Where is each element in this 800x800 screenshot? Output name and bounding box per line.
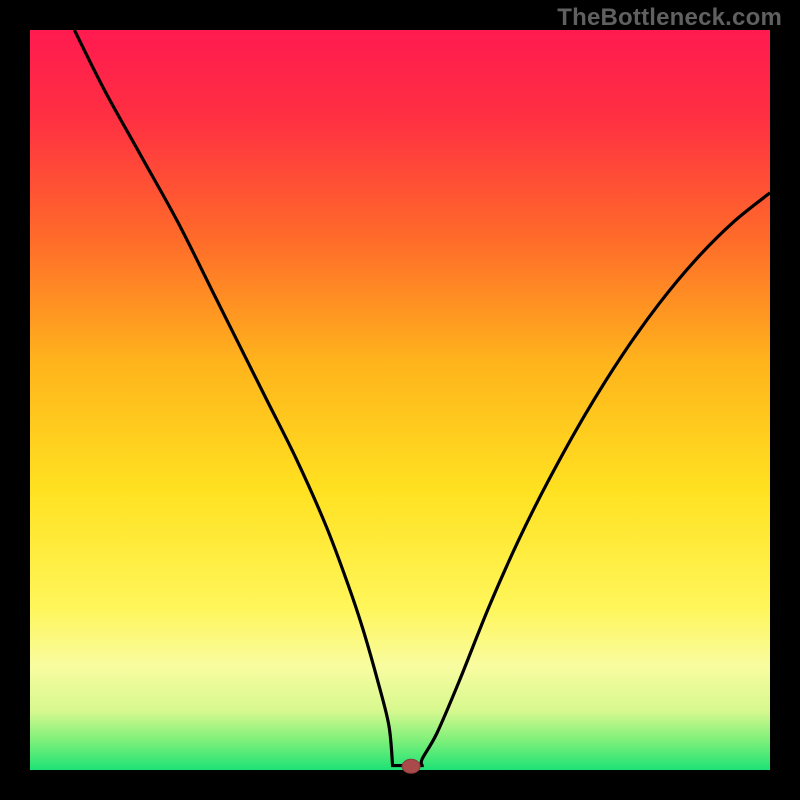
chart-container: { "watermark": "TheBottleneck.com", "col…: [0, 0, 800, 800]
watermark-text: TheBottleneck.com: [557, 4, 782, 32]
optimal-point-marker: [402, 759, 420, 773]
bottleneck-chart: [0, 0, 800, 800]
plot-background: [30, 30, 770, 770]
